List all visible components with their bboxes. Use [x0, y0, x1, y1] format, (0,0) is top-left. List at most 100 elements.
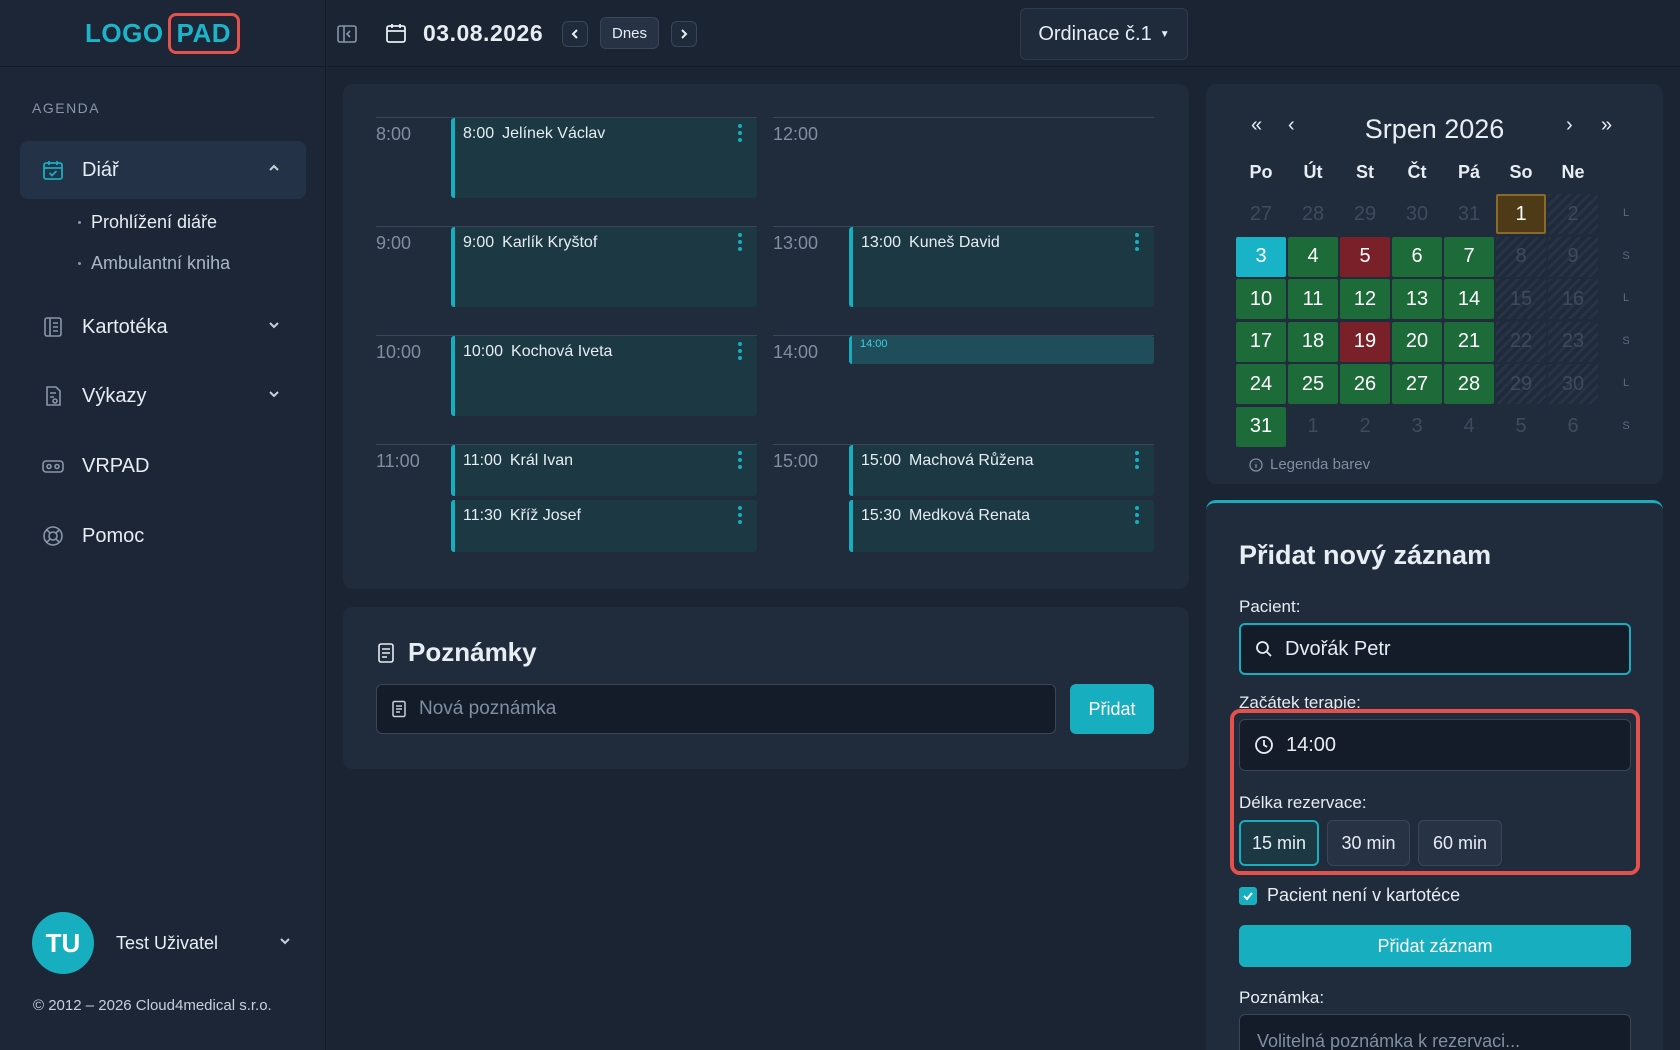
- calendar-day[interactable]: 21: [1444, 321, 1494, 362]
- sidebar-item-kartoteka[interactable]: Kartotéka: [20, 298, 306, 356]
- calendar-day[interactable]: 18: [1288, 321, 1338, 362]
- appointment-patient: Machová Růžena: [909, 452, 1034, 469]
- appointment-card[interactable]: 15:00 Machová Růžena: [849, 445, 1154, 496]
- clinic-select[interactable]: Ordinace č.1 ▼: [1020, 8, 1188, 60]
- calendar-day[interactable]: 6: [1548, 407, 1598, 447]
- calendar-day[interactable]: 30: [1548, 364, 1598, 404]
- add-record-button[interactable]: Přidat záznam: [1239, 925, 1631, 967]
- sidebar-subitem-prohlizeni[interactable]: Prohlížení diáře: [78, 212, 217, 233]
- appointment-card[interactable]: 10:00 Kochová Iveta: [451, 336, 757, 416]
- calendar-day[interactable]: 30: [1392, 194, 1442, 234]
- color-legend-link[interactable]: Legenda barev: [1249, 456, 1370, 473]
- kebab-menu-icon[interactable]: [1134, 233, 1140, 251]
- calendar-day[interactable]: 7: [1444, 236, 1494, 277]
- reservation-note-input[interactable]: Volitelná poznámka k rezervaci...: [1239, 1014, 1631, 1050]
- calendar-day[interactable]: 29: [1340, 194, 1390, 234]
- calendar-day[interactable]: 20: [1392, 321, 1442, 362]
- kebab-menu-icon[interactable]: [737, 342, 743, 360]
- appointment-card[interactable]: 9:00 Karlík Kryštof: [451, 227, 757, 307]
- avatar: TU: [32, 912, 94, 974]
- start-time-input[interactable]: 14:00: [1239, 719, 1631, 771]
- duration-60-button[interactable]: 60 min: [1418, 820, 1502, 866]
- duration-15-button[interactable]: 15 min: [1239, 820, 1319, 866]
- calendar-day[interactable]: 13: [1392, 279, 1442, 319]
- calendar-day[interactable]: 1: [1288, 407, 1338, 447]
- calendar-day[interactable]: 27: [1392, 364, 1442, 404]
- calendar-day[interactable]: 27: [1236, 194, 1286, 234]
- calendar-day[interactable]: 3: [1392, 407, 1442, 447]
- kebab-menu-icon[interactable]: [737, 451, 743, 469]
- calendar-day[interactable]: 4: [1288, 236, 1338, 277]
- appointment-patient: Karlík Kryštof: [502, 234, 598, 251]
- calendar-day[interactable]: 28: [1288, 194, 1338, 234]
- calendar-day[interactable]: 19: [1340, 321, 1390, 362]
- sidebar-subitem-ambulantni[interactable]: Ambulantní kniha: [78, 253, 230, 274]
- new-note-placeholder: Nová poznámka: [419, 698, 557, 719]
- logo[interactable]: LOGO PAD: [85, 12, 241, 54]
- calendar-day[interactable]: 16: [1548, 279, 1598, 319]
- appointment-card[interactable]: 11:30 Kříž Josef: [451, 500, 757, 552]
- add-record-panel: Přidat nový záznam Pacient: Dvořák Petr …: [1206, 500, 1663, 1050]
- kebab-menu-icon[interactable]: [737, 124, 743, 142]
- bullet-icon: [78, 221, 81, 224]
- calendar-day[interactable]: 24: [1236, 364, 1286, 404]
- calendar-day[interactable]: 8: [1496, 236, 1546, 277]
- calendar-day[interactable]: 9: [1548, 236, 1598, 277]
- new-slot-preview[interactable]: 14:00: [849, 336, 1154, 364]
- duration-30-button[interactable]: 30 min: [1327, 820, 1410, 866]
- appointment-card[interactable]: 8:00 Jelínek Václav: [451, 118, 757, 198]
- calendar-day[interactable]: 29: [1496, 364, 1546, 404]
- calendar-day[interactable]: 14: [1444, 279, 1494, 319]
- appointment-card[interactable]: 11:00 Král Ivan: [451, 445, 757, 496]
- calendar-day[interactable]: 5: [1496, 407, 1546, 447]
- kebab-menu-icon[interactable]: [1134, 506, 1140, 524]
- sidebar-toggle-icon[interactable]: [335, 22, 359, 46]
- calendar-day[interactable]: 12: [1340, 279, 1390, 319]
- sidebar-item-diar[interactable]: Diář: [20, 141, 306, 199]
- calendar-day[interactable]: 26: [1340, 364, 1390, 404]
- weekday-header: So: [1509, 162, 1533, 182]
- sidebar-item-vykazy[interactable]: Výkazy: [20, 367, 306, 425]
- calendar-day[interactable]: 6: [1392, 236, 1442, 277]
- duration-label: Délka rezervace:: [1239, 793, 1367, 812]
- calendar-day[interactable]: 4: [1444, 407, 1494, 447]
- weekday-header: Po: [1249, 162, 1273, 182]
- calendar-day[interactable]: 22: [1496, 321, 1546, 362]
- calendar-day[interactable]: 28: [1444, 364, 1494, 404]
- next-day-button[interactable]: [671, 21, 697, 47]
- calendar-day[interactable]: 1: [1496, 194, 1546, 234]
- calendar-day[interactable]: 23: [1548, 321, 1598, 362]
- calendar-day[interactable]: 2: [1548, 194, 1598, 234]
- legend-label: Legenda barev: [1270, 456, 1371, 473]
- next-year-button[interactable]: »: [1601, 114, 1612, 137]
- kebab-menu-icon[interactable]: [1134, 451, 1140, 469]
- calendar-day[interactable]: 2: [1340, 407, 1390, 447]
- appointment-card[interactable]: 15:30 Medková Renata: [849, 500, 1154, 552]
- appointment-card[interactable]: 13:00 Kuneš David: [849, 227, 1154, 307]
- calendar-day[interactable]: 3: [1236, 236, 1286, 277]
- sidebar-item-pomoc[interactable]: Pomoc: [20, 507, 306, 565]
- next-month-button[interactable]: ›: [1566, 114, 1573, 137]
- user-menu[interactable]: TU Test Uživatel: [32, 912, 292, 974]
- prev-day-button[interactable]: [562, 21, 588, 47]
- week-parity-tag: L: [1622, 377, 1630, 389]
- kebab-menu-icon[interactable]: [737, 233, 743, 251]
- calendar-day[interactable]: 5: [1340, 236, 1390, 277]
- patient-search-input[interactable]: Dvořák Petr: [1239, 623, 1631, 675]
- calendar-day[interactable]: 10: [1236, 279, 1286, 319]
- calendar-icon[interactable]: [383, 20, 409, 46]
- new-note-input[interactable]: Nová poznámka: [376, 684, 1056, 734]
- sidebar-item-vrpad[interactable]: VRPAD: [20, 437, 306, 495]
- calendar-day[interactable]: 15: [1496, 279, 1546, 319]
- today-button[interactable]: Dnes: [600, 17, 660, 49]
- calendar-day[interactable]: 11: [1288, 279, 1338, 319]
- calendar-day[interactable]: 31: [1444, 194, 1494, 234]
- chevron-right-icon: [681, 29, 688, 39]
- not-in-registry-checkbox[interactable]: [1239, 886, 1257, 905]
- kebab-menu-icon[interactable]: [737, 506, 743, 524]
- add-note-button[interactable]: Přidat: [1070, 684, 1154, 734]
- calendar-day[interactable]: 25: [1288, 364, 1338, 404]
- calendar-day[interactable]: 17: [1236, 321, 1286, 362]
- calendar-day[interactable]: 31: [1236, 406, 1286, 447]
- current-date[interactable]: 03.08.2026: [423, 18, 543, 48]
